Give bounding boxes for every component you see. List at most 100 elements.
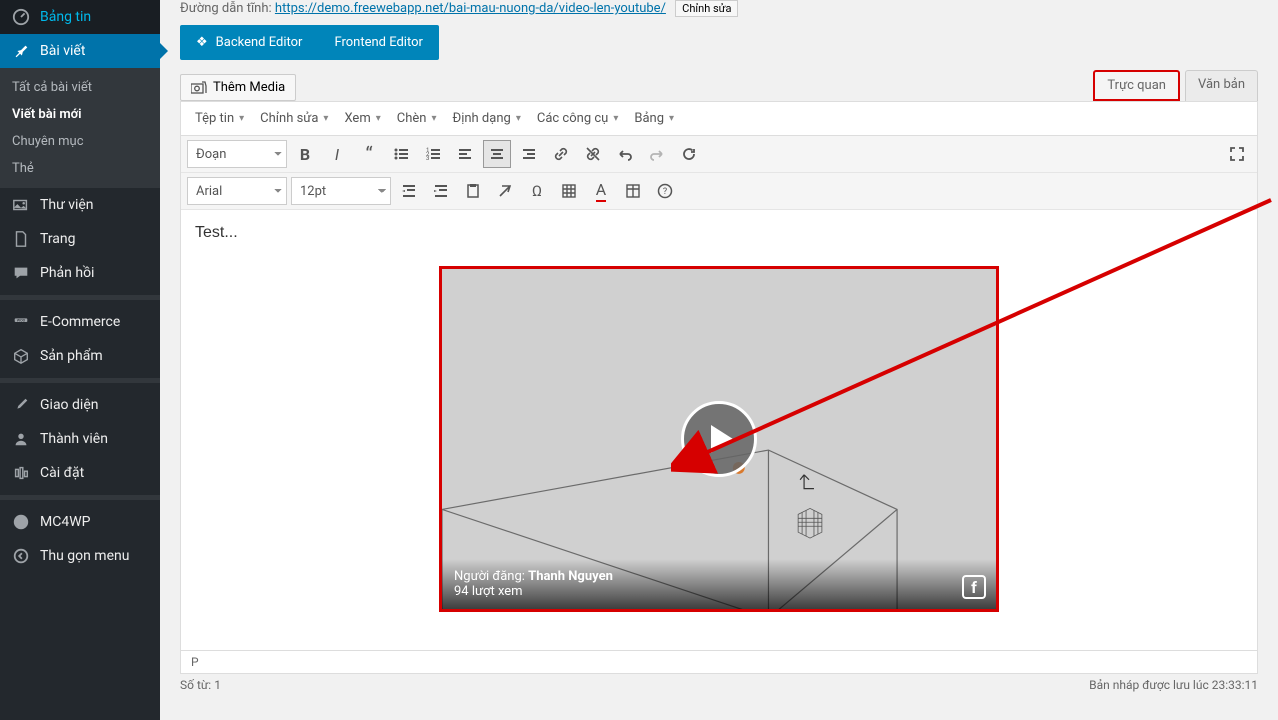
permalink-edit-button[interactable]: Chỉnh sửa bbox=[675, 0, 738, 17]
sidebar-label: MC4WP bbox=[40, 514, 90, 530]
unlink-button[interactable] bbox=[579, 140, 607, 168]
video-thumbnail: Người đăng: Thanh Nguyen 94 lượt xem f bbox=[442, 269, 996, 609]
editor-statusbar: P bbox=[181, 650, 1257, 673]
backend-editor-button[interactable]: ❖ Backend Editor bbox=[180, 25, 318, 60]
font-family-select[interactable]: Arial bbox=[187, 177, 287, 205]
mc-icon bbox=[12, 513, 32, 531]
align-left-button[interactable] bbox=[451, 140, 479, 168]
sidebar-label: Bài viết bbox=[40, 43, 85, 59]
italic-button[interactable]: I bbox=[323, 140, 351, 168]
menu-bảng[interactable]: Bảng bbox=[628, 108, 680, 129]
sidebar-item-thu-gọn-menu[interactable]: Thu gọn menu bbox=[0, 539, 160, 573]
redo-button[interactable] bbox=[643, 140, 671, 168]
paste-button[interactable] bbox=[459, 177, 487, 205]
table2-button[interactable] bbox=[619, 177, 647, 205]
frontend-editor-label: Frontend Editor bbox=[334, 35, 422, 50]
word-count: 1 bbox=[214, 678, 221, 692]
draft-time: 23:33:11 bbox=[1212, 678, 1258, 692]
menu-tệp-tin[interactable]: Tệp tin bbox=[189, 108, 250, 129]
permalink-row: Đường dẫn tĩnh: https://demo.freewebapp.… bbox=[180, 0, 1258, 17]
menu-các-công-cụ[interactable]: Các công cụ bbox=[531, 108, 625, 129]
bold-button[interactable]: B bbox=[291, 140, 319, 168]
draft-label: Bản nháp được lưu lúc bbox=[1089, 678, 1209, 692]
sidebar-item-mc4wp[interactable]: MC4WP bbox=[0, 505, 160, 539]
menu-chèn[interactable]: Chèn bbox=[391, 108, 443, 129]
table-button[interactable] bbox=[555, 177, 583, 205]
sidebar-item-phản-hồi[interactable]: Phản hồi bbox=[0, 256, 160, 290]
editor-tabs: Trực quan Văn bản bbox=[1093, 70, 1258, 101]
sidebar-label: Bảng tin bbox=[40, 9, 91, 25]
sidebar-item-bảng-tin[interactable]: Bảng tin bbox=[0, 0, 160, 34]
toolbar-row-1: Đoạn B I “ 123 bbox=[181, 136, 1257, 173]
add-media-label: Thêm Media bbox=[213, 80, 285, 95]
permalink-url[interactable]: https://demo.freewebapp.net/bai-mau-nuon… bbox=[275, 1, 666, 16]
align-center-button[interactable] bbox=[483, 140, 511, 168]
refresh-button[interactable] bbox=[675, 140, 703, 168]
fullscreen-button[interactable] bbox=[1223, 140, 1251, 168]
help-button[interactable]: ? bbox=[651, 177, 679, 205]
undo-button[interactable] bbox=[611, 140, 639, 168]
poster-label: Người đăng: bbox=[454, 569, 525, 584]
sidebar-item-sản-phẩm[interactable]: Sản phẩm bbox=[0, 339, 160, 373]
pin-icon bbox=[12, 42, 32, 60]
tab-visual[interactable]: Trực quan bbox=[1093, 70, 1180, 101]
sidebar-item-giao-diện[interactable]: Giao diện bbox=[0, 388, 160, 422]
menu-định-dạng[interactable]: Định dạng bbox=[446, 108, 526, 129]
content-text: Test... bbox=[195, 224, 1243, 242]
video-caption: Người đăng: Thanh Nguyen 94 lượt xem f bbox=[442, 559, 996, 609]
add-media-button[interactable]: Thêm Media bbox=[180, 74, 296, 101]
facebook-video-embed[interactable]: Người đăng: Thanh Nguyen 94 lượt xem f bbox=[439, 266, 999, 612]
outdent-button[interactable] bbox=[395, 177, 423, 205]
special-char-button[interactable]: Ω bbox=[523, 177, 551, 205]
sidebar-label: Thư viện bbox=[40, 197, 94, 213]
word-count-label: Số từ: bbox=[180, 678, 211, 692]
sidebar-sub-tất-cả-bài-viết[interactable]: Tất cả bài viết bbox=[0, 74, 160, 101]
tinymce-editor: Tệp tinChỉnh sửaXemChènĐịnh dạngCác công… bbox=[180, 101, 1258, 674]
sidebar-label: Phản hồi bbox=[40, 265, 94, 281]
sidebar-sub-thẻ[interactable]: Thẻ bbox=[0, 155, 160, 182]
sidebar-item-thành-viên[interactable]: Thành viên bbox=[0, 422, 160, 456]
user-icon bbox=[12, 430, 32, 448]
sidebar-item-e-commerce[interactable]: wooE-Commerce bbox=[0, 305, 160, 339]
sidebar-item-trang[interactable]: Trang bbox=[0, 222, 160, 256]
frontend-editor-button[interactable]: Frontend Editor bbox=[318, 25, 438, 60]
backend-editor-label: Backend Editor bbox=[216, 35, 303, 50]
font-size-select[interactable]: 12pt bbox=[291, 177, 391, 205]
editor-mode-switch: ❖ Backend Editor Frontend Editor bbox=[180, 25, 439, 60]
editor-content[interactable]: Test... bbox=[181, 210, 1257, 650]
svg-text:3: 3 bbox=[426, 155, 429, 162]
sidebar-item-bài-viết[interactable]: Bài viết bbox=[0, 34, 160, 68]
sidebar-sub-viết-bài-mới[interactable]: Viết bài mới bbox=[0, 101, 160, 128]
clear-format-button[interactable] bbox=[491, 177, 519, 205]
wp-bakery-icon: ❖ bbox=[196, 35, 208, 50]
text-color-button[interactable]: A bbox=[587, 177, 615, 205]
sidebar-item-cài-đặt[interactable]: Cài đặt bbox=[0, 456, 160, 490]
link-button[interactable] bbox=[547, 140, 575, 168]
sidebar-item-thư-viện[interactable]: Thư viện bbox=[0, 188, 160, 222]
sidebar-label: Thu gọn menu bbox=[40, 548, 129, 564]
menu-xem[interactable]: Xem bbox=[338, 108, 386, 129]
bullet-list-button[interactable] bbox=[387, 140, 415, 168]
sidebar-label: Cài đặt bbox=[40, 465, 84, 481]
editor-menubar: Tệp tinChỉnh sửaXemChènĐịnh dạngCác công… bbox=[181, 102, 1257, 136]
brush-icon bbox=[12, 396, 32, 414]
tab-text[interactable]: Văn bản bbox=[1185, 70, 1258, 101]
admin-sidebar: Bảng tin Bài viết Tất cả bài viếtViết bài … bbox=[0, 0, 160, 720]
comment-icon bbox=[12, 264, 32, 282]
paragraph-format-select[interactable]: Đoạn bbox=[187, 140, 287, 168]
play-icon[interactable] bbox=[681, 401, 757, 477]
number-list-button[interactable]: 123 bbox=[419, 140, 447, 168]
sidebar-label: Sản phẩm bbox=[40, 348, 103, 364]
poster-name: Thanh Nguyen bbox=[528, 569, 613, 584]
sidebar-label: Thành viên bbox=[40, 431, 108, 447]
toolbar-row-2: Arial 12pt Ω A ? bbox=[181, 173, 1257, 210]
blockquote-button[interactable]: “ bbox=[355, 140, 383, 168]
indent-button[interactable] bbox=[427, 177, 455, 205]
sidebar-sub-chuyên-mục[interactable]: Chuyên mục bbox=[0, 128, 160, 155]
cart-icon: woo bbox=[12, 313, 32, 331]
menu-chỉnh-sửa[interactable]: Chỉnh sửa bbox=[254, 108, 334, 129]
sidebar-label: Giao diện bbox=[40, 397, 98, 413]
align-right-button[interactable] bbox=[515, 140, 543, 168]
video-views: 94 lượt xem bbox=[454, 584, 984, 599]
permalink-label: Đường dẫn tĩnh: bbox=[180, 1, 272, 16]
